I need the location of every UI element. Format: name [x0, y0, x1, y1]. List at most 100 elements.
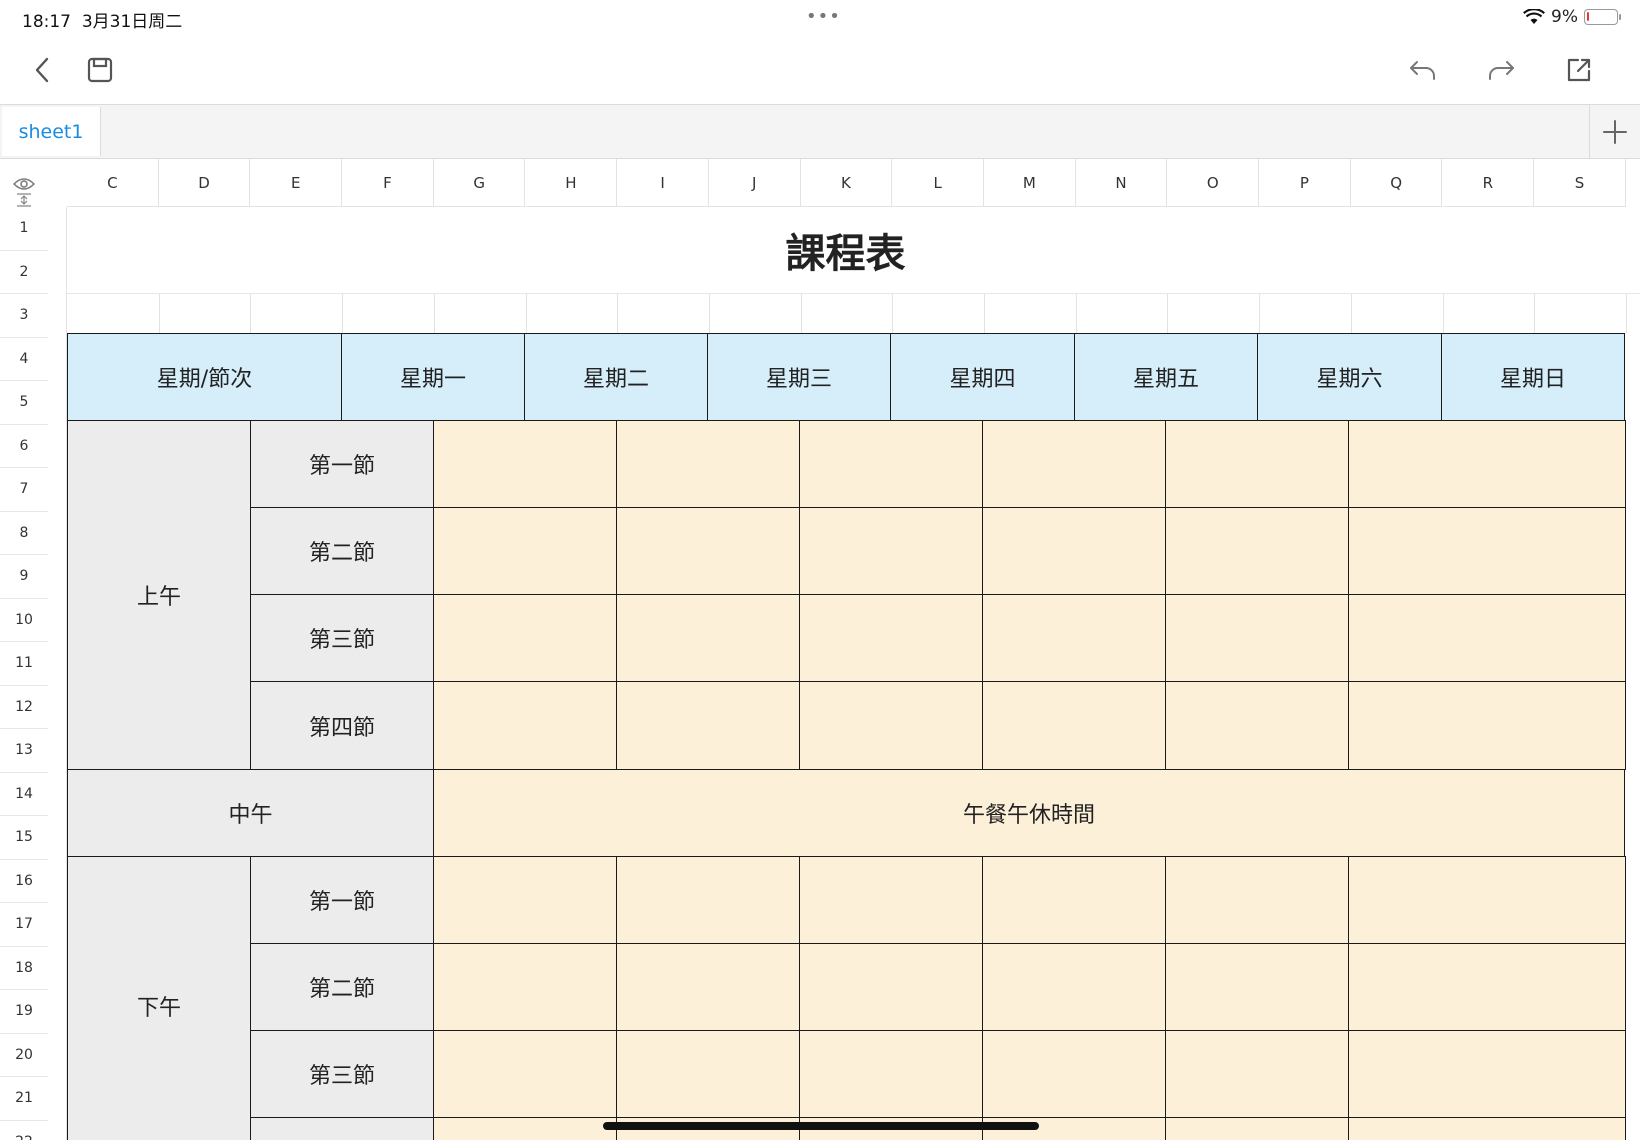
timetable-title[interactable]: 課程表: [67, 207, 1624, 293]
row-header-7[interactable]: 7: [0, 468, 48, 512]
schedule-cell-wed-2[interactable]: [799, 507, 983, 595]
header-day-sat[interactable]: 星期六: [1257, 333, 1442, 421]
schedule-cell-mon-2[interactable]: [433, 507, 617, 595]
column-header-h[interactable]: H: [525, 159, 618, 207]
schedule-cell-sat-8[interactable]: [1348, 1117, 1626, 1140]
freeze-panes-icon[interactable]: [16, 192, 32, 208]
column-header-r[interactable]: R: [1442, 159, 1535, 207]
schedule-cell-mon-1[interactable]: [433, 420, 617, 508]
column-header-g[interactable]: G: [433, 159, 526, 207]
header-week-period[interactable]: 星期/節次: [67, 333, 342, 421]
label-morning[interactable]: 上午: [67, 420, 251, 770]
schedule-cell-tue-3[interactable]: [616, 594, 800, 682]
schedule-cell-mon-3[interactable]: [433, 594, 617, 682]
row-header-22[interactable]: 22: [0, 1121, 48, 1140]
row-header-11[interactable]: 11: [0, 642, 48, 686]
schedule-cell-wed-5[interactable]: [799, 856, 983, 944]
schedule-cell-tue-4[interactable]: [616, 681, 800, 770]
column-header-s[interactable]: S: [1534, 159, 1626, 207]
schedule-cell-wed-6[interactable]: [799, 943, 983, 1031]
lunch-break-cell[interactable]: 午餐午休時間: [433, 769, 1625, 857]
schedule-cell-fri-4[interactable]: [1165, 681, 1349, 770]
row-header-12[interactable]: 12: [0, 686, 48, 729]
column-header-d[interactable]: D: [158, 159, 251, 207]
schedule-cell-fri-6[interactable]: [1165, 943, 1349, 1031]
schedule-cell-thu-1[interactable]: [982, 420, 1166, 508]
label-afternoon-period-2[interactable]: 第二節: [250, 943, 434, 1031]
column-header-l[interactable]: L: [892, 159, 984, 207]
multitask-dots-icon[interactable]: •••: [806, 6, 841, 27]
schedule-cell-tue-6[interactable]: [616, 943, 800, 1031]
redo-button[interactable]: [1479, 48, 1523, 92]
schedule-cell-mon-8[interactable]: [433, 1117, 617, 1140]
schedule-cell-wed-7[interactable]: [799, 1030, 983, 1118]
schedule-cell-mon-7[interactable]: [433, 1030, 617, 1118]
schedule-cell-tue-7[interactable]: [616, 1030, 800, 1118]
column-header-f[interactable]: F: [342, 159, 434, 207]
label-noon[interactable]: 中午: [67, 769, 434, 857]
schedule-cell-thu-7[interactable]: [982, 1030, 1166, 1118]
schedule-cell-fri-7[interactable]: [1165, 1030, 1349, 1118]
header-day-wed[interactable]: 星期三: [707, 333, 891, 421]
header-corner[interactable]: [0, 159, 66, 207]
row-header-13[interactable]: 13: [0, 729, 48, 773]
label-afternoon-period-3[interactable]: 第三節: [250, 1030, 434, 1118]
column-header-i[interactable]: I: [617, 159, 709, 207]
label-morning-period-3[interactable]: 第三節: [250, 594, 434, 682]
spreadsheet-grid[interactable]: CDEFGHIJKLMNOPQRS 1 2 3 4 5 6 7 8 9 10 11 12 13 14 15 1…: [0, 159, 1640, 1140]
schedule-cell-tue-2[interactable]: [616, 507, 800, 595]
row-header-3[interactable]: 3: [0, 294, 48, 338]
label-morning-period-4[interactable]: 第四節: [250, 681, 434, 770]
label-morning-period-2[interactable]: 第二節: [250, 507, 434, 595]
schedule-cell-mon-5[interactable]: [433, 856, 617, 944]
row-header-17[interactable]: 17: [0, 903, 48, 947]
schedule-cell-thu-5[interactable]: [982, 856, 1166, 944]
schedule-cell-sat-2[interactable]: [1348, 507, 1626, 595]
schedule-cell-mon-6[interactable]: [433, 943, 617, 1031]
row-header-1[interactable]: 1: [0, 207, 48, 251]
row-header-19[interactable]: 19: [0, 990, 48, 1034]
tab-sheet1[interactable]: sheet1: [2, 107, 101, 156]
back-button[interactable]: [20, 48, 64, 92]
row-header-6[interactable]: 6: [0, 425, 48, 468]
label-afternoon-period-4[interactable]: [250, 1117, 434, 1140]
column-header-k[interactable]: K: [800, 159, 893, 207]
row-header-10[interactable]: 10: [0, 599, 48, 642]
schedule-cell-thu-4[interactable]: [982, 681, 1166, 770]
row-header-5[interactable]: 5: [0, 381, 48, 425]
column-header-m[interactable]: M: [984, 159, 1076, 207]
schedule-cell-fri-8[interactable]: [1165, 1117, 1349, 1140]
schedule-cell-fri-1[interactable]: [1165, 420, 1349, 508]
header-day-fri[interactable]: 星期五: [1074, 333, 1258, 421]
column-header-c[interactable]: C: [67, 159, 159, 207]
schedule-cell-sat-1[interactable]: [1348, 420, 1626, 508]
eye-icon[interactable]: [13, 177, 35, 191]
column-header-e[interactable]: E: [250, 159, 343, 207]
row-header-14[interactable]: 14: [0, 773, 48, 816]
column-header-q[interactable]: Q: [1350, 159, 1443, 207]
column-header-o[interactable]: O: [1167, 159, 1260, 207]
header-day-mon[interactable]: 星期一: [341, 333, 525, 421]
row-header-8[interactable]: 8: [0, 512, 48, 555]
column-header-p[interactable]: P: [1259, 159, 1351, 207]
schedule-cell-sat-3[interactable]: [1348, 594, 1626, 682]
header-day-thu[interactable]: 星期四: [890, 333, 1075, 421]
row-header-20[interactable]: 20: [0, 1034, 48, 1077]
save-button[interactable]: [78, 48, 122, 92]
schedule-cell-tue-1[interactable]: [616, 420, 800, 508]
label-morning-period-1[interactable]: 第一節: [250, 420, 434, 508]
row-header-4[interactable]: 4: [0, 338, 48, 381]
schedule-cell-fri-3[interactable]: [1165, 594, 1349, 682]
row-header-16[interactable]: 16: [0, 860, 48, 903]
column-header-n[interactable]: N: [1075, 159, 1168, 207]
schedule-cell-wed-1[interactable]: [799, 420, 983, 508]
schedule-cell-fri-2[interactable]: [1165, 507, 1349, 595]
header-day-sun[interactable]: 星期日: [1441, 333, 1625, 421]
schedule-cell-sat-6[interactable]: [1348, 943, 1626, 1031]
schedule-cell-tue-5[interactable]: [616, 856, 800, 944]
undo-button[interactable]: [1401, 48, 1445, 92]
add-sheet-button[interactable]: [1589, 105, 1640, 158]
schedule-cell-sat-4[interactable]: [1348, 681, 1626, 770]
schedule-cell-mon-4[interactable]: [433, 681, 617, 770]
label-afternoon[interactable]: 下午: [67, 856, 251, 1140]
